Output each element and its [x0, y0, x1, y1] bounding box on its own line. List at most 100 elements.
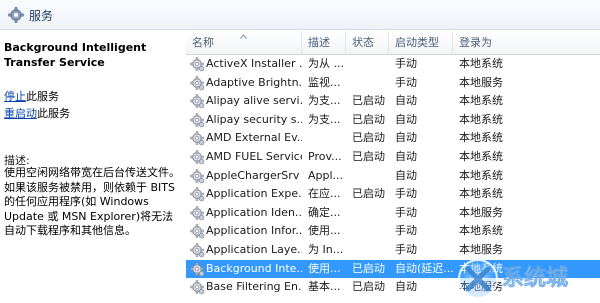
service-startup-type: 手动 [395, 224, 417, 238]
service-logon-as: 本地系统 [459, 131, 503, 145]
service-status: 已启动 [352, 280, 385, 294]
column-header-name[interactable]: 名称 [186, 31, 302, 55]
service-gear-icon [190, 75, 206, 91]
service-logon-as: 本地系统 [459, 112, 503, 126]
service-logon-as: 本地系统 [459, 150, 503, 163]
service-logon-as: 本地系统 [459, 168, 503, 182]
service-name: AMD FUEL Service [206, 150, 302, 163]
service-logon-as: 本地系统 [459, 57, 503, 70]
service-description: 使用... [308, 224, 341, 238]
service-gear-icon [190, 94, 206, 109]
watermark-brand: 系统城 [502, 265, 568, 291]
service-startup-type: 手动 [395, 75, 417, 89]
restart-service-link[interactable]: 重启动 [4, 107, 37, 120]
service-gear-icon [190, 224, 206, 239]
sort-ascending-icon [240, 34, 247, 39]
table-row[interactable]: ActiveX Installer ... 为从 ... 手动 本地系统 [186, 55, 600, 74]
service-status: 已启动 [352, 94, 385, 108]
service-status: 已启动 [352, 261, 385, 275]
service-status [352, 74, 392, 93]
service-name: Application Iden... [206, 205, 302, 219]
service-name: Base Filtering En... [206, 280, 302, 294]
stop-service-suffix: 此服务 [26, 90, 59, 103]
service-name: AppleChargerSrv [206, 168, 300, 182]
service-startup-type: 手动 [395, 243, 417, 256]
column-header-logon-as[interactable]: 登录为 [453, 31, 600, 55]
column-header-name-label: 名称 [192, 36, 214, 49]
service-name: Adaptive Brightn... [206, 75, 302, 89]
watermark-logo: 系统城 XITONGCHENG.COM [458, 259, 574, 300]
service-description: 为 In... [308, 243, 344, 256]
watermark-domain: XITONGCHENG.COM [503, 292, 574, 300]
service-status [352, 241, 392, 260]
service-startup-type: 自动 [395, 280, 417, 294]
service-status: 已启动 [352, 187, 385, 201]
service-name: Application Expe... [206, 187, 302, 201]
service-name: Alipay alive servi... [206, 94, 302, 108]
service-gear-icon [190, 150, 206, 165]
service-description: 监视... [308, 75, 341, 89]
service-startup-type: 自动 [395, 150, 417, 163]
service-description: 确定... [308, 205, 341, 219]
table-row[interactable]: Alipay security s... 为支... 已启动 自动 本地系统 [186, 111, 600, 130]
service-name: ActiveX Installer ... [206, 57, 302, 70]
service-gear-icon [190, 131, 206, 146]
column-header-logon-as-label: 登录为 [459, 36, 492, 49]
column-header-startup-type-label: 启动类型 [395, 36, 439, 49]
column-header-description-label: 描述 [308, 36, 330, 49]
column-header-startup-type[interactable]: 启动类型 [389, 31, 453, 55]
service-gear-icon [190, 280, 206, 295]
window-title: 服务 [29, 9, 54, 23]
service-startup-type: 自动 [395, 131, 417, 145]
table-row[interactable]: Application Iden... 确定... 手动 本地服务 [186, 204, 600, 223]
service-gear-icon [190, 206, 206, 221]
service-startup-type: 自动(延迟... [395, 261, 454, 275]
service-status [352, 222, 392, 241]
service-logon-as: 本地服务 [459, 75, 503, 89]
service-gear-icon [190, 261, 206, 277]
service-status [352, 55, 392, 74]
service-name: Application Infor... [206, 224, 302, 238]
service-gear-icon [190, 57, 206, 72]
stop-service-action: 停止此服务 [4, 88, 59, 104]
service-description: 为支... [308, 112, 341, 126]
service-status: 已启动 [352, 150, 385, 163]
service-startup-type: 自动 [395, 112, 417, 126]
service-description: 使用... [308, 261, 341, 275]
service-description: 在应... [308, 187, 341, 201]
service-startup-type: 自动 [395, 94, 417, 108]
service-startup-type: 手动 [395, 187, 417, 201]
service-detail-pane: Background Intelligent Transfer Service … [0, 31, 186, 303]
service-status [352, 167, 392, 186]
service-gear-icon [190, 113, 206, 128]
table-header: 名称 描述 状态 启动类型 登录为 [186, 31, 600, 55]
restart-service-action: 重启动此服务 [4, 105, 70, 121]
service-startup-type: 自动 [395, 168, 417, 182]
service-logon-as: 本地服务 [459, 205, 503, 219]
service-description: Appl... [308, 168, 344, 182]
table-row[interactable]: Adaptive Brightn... 监视... 手动 本地服务 [186, 74, 600, 93]
service-description [308, 129, 350, 148]
service-description: Prov... [308, 150, 342, 163]
service-status [352, 204, 392, 223]
column-header-status[interactable]: 状态 [346, 31, 389, 55]
gear-icon [8, 7, 24, 23]
service-startup-type: 手动 [395, 57, 417, 70]
table-row[interactable]: AMD FUEL Service Prov... 已启动 自动 本地系统 [186, 148, 600, 167]
table-row[interactable]: AppleChargerSrv Appl... 自动 本地系统 [186, 167, 600, 186]
column-header-description[interactable]: 描述 [302, 31, 346, 55]
service-status: 已启动 [352, 112, 385, 126]
stop-service-link[interactable]: 停止 [4, 90, 26, 103]
table-row[interactable]: Application Expe... 在应... 已启动 手动 本地系统 [186, 185, 600, 204]
service-gear-icon [190, 243, 206, 258]
description-text: 使用空闲网络带宽在后台传送文件。如果该服务被禁用，则依赖于 BITS 的任何应用… [4, 166, 180, 238]
table-row[interactable]: AMD External Ev... 已启动 自动 本地系统 [186, 129, 600, 148]
service-startup-type: 手动 [395, 205, 417, 219]
table-row[interactable]: Alipay alive servi... 为支... 已启动 自动 本地系统 [186, 92, 600, 111]
service-description: 为支... [308, 94, 341, 108]
service-name: AMD External Ev... [206, 131, 302, 145]
service-logon-as: 本地系统 [459, 187, 503, 201]
service-gear-icon [190, 168, 206, 184]
service-logon-as: 本地系统 [459, 94, 503, 108]
table-row[interactable]: Application Infor... 使用... 手动 本地系统 [186, 222, 600, 241]
